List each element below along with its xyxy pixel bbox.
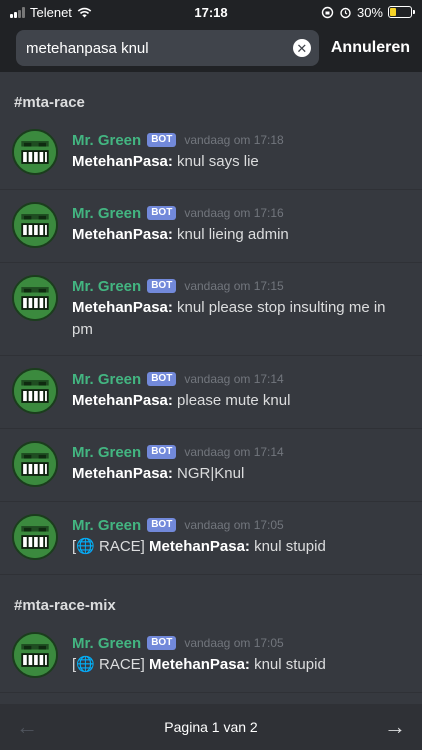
message-text: [🌐 RACE] MetehanPasa: knul stupid	[72, 654, 410, 676]
timestamp: vandaag om 17:18	[184, 133, 284, 147]
search-bar: ✕ Annuleren	[0, 24, 422, 72]
message-content: please mute knul	[172, 392, 291, 409]
message-text: MetehanPasa: knul says lie	[72, 151, 410, 173]
search-result-message[interactable]: Mr. Green BOT vandaag om 17:14 MetehanPa…	[0, 429, 422, 502]
bot-badge: BOT	[147, 133, 177, 147]
battery-fill	[390, 8, 396, 16]
message-body: Mr. Green BOT vandaag om 17:14 MetehanPa…	[72, 441, 410, 487]
message-sender: MetehanPasa:	[72, 465, 173, 482]
author-name[interactable]: Mr. Green	[72, 132, 141, 149]
signal-icon	[10, 6, 25, 18]
message-text: MetehanPasa: knul please stop insulting …	[72, 297, 410, 341]
timestamp: vandaag om 17:14	[184, 372, 284, 386]
next-page-icon[interactable]: →	[384, 714, 406, 740]
message-content: knul stupid	[249, 656, 326, 673]
timestamp: vandaag om 17:05	[184, 636, 284, 650]
search-result-message[interactable]: Mr. Green BOT vandaag om 17:05 [🌐 RACE] …	[0, 502, 422, 575]
author-name[interactable]: Mr. Green	[72, 278, 141, 295]
search-field[interactable]: ✕	[16, 30, 319, 66]
timestamp: vandaag om 17:15	[184, 279, 284, 293]
search-result-message[interactable]: Mr. Green BOT vandaag om 17:05 [🌐 RACE] …	[0, 620, 422, 693]
battery-percent: 30%	[356, 4, 383, 20]
search-result-message[interactable]: Mr. Green BOT vandaag om 17:16 MetehanPa…	[0, 190, 422, 263]
author-name[interactable]: Mr. Green	[72, 635, 141, 652]
author-name[interactable]: Mr. Green	[72, 444, 141, 461]
clock: 17:18	[194, 4, 228, 20]
message-sender: MetehanPasa:	[72, 153, 173, 170]
message-prefix: [🌐 RACE]	[72, 538, 150, 555]
message-sender: MetehanPasa:	[149, 656, 250, 673]
battery-icon	[388, 6, 415, 18]
author-name[interactable]: Mr. Green	[72, 517, 141, 534]
search-results: #mta-race Mr. Green BOT vandaag om 17:18…	[0, 72, 422, 704]
status-left: Telenet	[10, 5, 92, 20]
message-body: Mr. Green BOT vandaag om 17:15 MetehanPa…	[72, 275, 410, 341]
alarm-icon	[340, 7, 351, 18]
carrier-label: Telenet	[30, 4, 72, 20]
status-bar: Telenet 17:18 30%	[0, 0, 422, 24]
status-right: 30%	[321, 4, 415, 20]
message-sender: MetehanPasa:	[149, 538, 250, 555]
clear-search-icon[interactable]: ✕	[292, 39, 311, 57]
message-body: Mr. Green BOT vandaag om 17:18 MetehanPa…	[72, 129, 410, 175]
message-content: knul says lie	[172, 153, 259, 170]
message-body: Mr. Green BOT vandaag om 17:16 MetehanPa…	[72, 202, 410, 248]
avatar[interactable]	[12, 202, 58, 248]
message-text: [🌐 RACE] MetehanPasa: knul stupid	[72, 536, 410, 558]
message-header: Mr. Green BOT vandaag om 17:16	[72, 202, 410, 224]
message-header: Mr. Green BOT vandaag om 17:14	[72, 368, 410, 390]
bot-badge: BOT	[147, 636, 177, 650]
search-input[interactable]	[26, 39, 293, 57]
timestamp: vandaag om 17:16	[184, 206, 284, 220]
message-body: Mr. Green BOT vandaag om 17:05 [🌐 RACE] …	[72, 514, 410, 560]
message-content: knul stupid	[249, 538, 326, 555]
bot-badge: BOT	[147, 518, 177, 532]
cancel-button[interactable]: Annuleren	[331, 39, 410, 57]
message-body: Mr. Green BOT vandaag om 17:14 MetehanPa…	[72, 368, 410, 414]
timestamp: vandaag om 17:14	[184, 445, 284, 459]
message-sender: MetehanPasa:	[72, 392, 173, 409]
channel-header[interactable]: #mta-race	[0, 72, 422, 117]
bot-badge: BOT	[147, 445, 177, 459]
message-text: MetehanPasa: NGR|Knul	[72, 463, 410, 485]
channel-header[interactable]: #mta-race-mix	[0, 575, 422, 620]
pagination-bar: ← Pagina 1 van 2 →	[0, 704, 422, 750]
avatar[interactable]	[12, 632, 58, 678]
message-header: Mr. Green BOT vandaag om 17:14	[72, 441, 410, 463]
message-content: knul lieing admin	[172, 226, 289, 243]
author-name[interactable]: Mr. Green	[72, 205, 141, 222]
message-content: NGR|Knul	[172, 465, 245, 482]
rotation-lock-icon	[321, 6, 334, 18]
message-text: MetehanPasa: please mute knul	[72, 390, 410, 412]
search-result-message[interactable]: Mr. Green BOT vandaag om 17:15 MetehanPa…	[0, 263, 422, 356]
wifi-icon	[77, 7, 92, 17]
search-result-message[interactable]: Mr. Green BOT vandaag om 17:18 MetehanPa…	[0, 117, 422, 190]
timestamp: vandaag om 17:05	[184, 518, 284, 532]
bot-badge: BOT	[147, 279, 177, 293]
message-header: Mr. Green BOT vandaag om 17:05	[72, 514, 410, 536]
message-header: Mr. Green BOT vandaag om 17:05	[72, 632, 410, 654]
message-header: Mr. Green BOT vandaag om 17:15	[72, 275, 410, 297]
author-name[interactable]: Mr. Green	[72, 371, 141, 388]
avatar[interactable]	[12, 514, 58, 560]
bot-badge: BOT	[147, 372, 177, 386]
message-prefix: [🌐 RACE]	[72, 656, 150, 673]
message-body: Mr. Green BOT vandaag om 17:05 [🌐 RACE] …	[72, 632, 410, 678]
avatar[interactable]	[12, 275, 58, 321]
page-indicator: Pagina 1 van 2	[164, 719, 258, 735]
message-sender: MetehanPasa:	[72, 226, 173, 243]
avatar[interactable]	[12, 129, 58, 175]
message-header: Mr. Green BOT vandaag om 17:18	[72, 129, 410, 151]
message-sender: MetehanPasa:	[72, 299, 173, 316]
search-result-message[interactable]: Mr. Green BOT vandaag om 17:14 MetehanPa…	[0, 356, 422, 429]
avatar[interactable]	[12, 368, 58, 414]
bot-badge: BOT	[147, 206, 177, 220]
avatar[interactable]	[12, 441, 58, 487]
message-text: MetehanPasa: knul lieing admin	[72, 224, 410, 246]
prev-page-icon[interactable]: ←	[16, 714, 38, 740]
